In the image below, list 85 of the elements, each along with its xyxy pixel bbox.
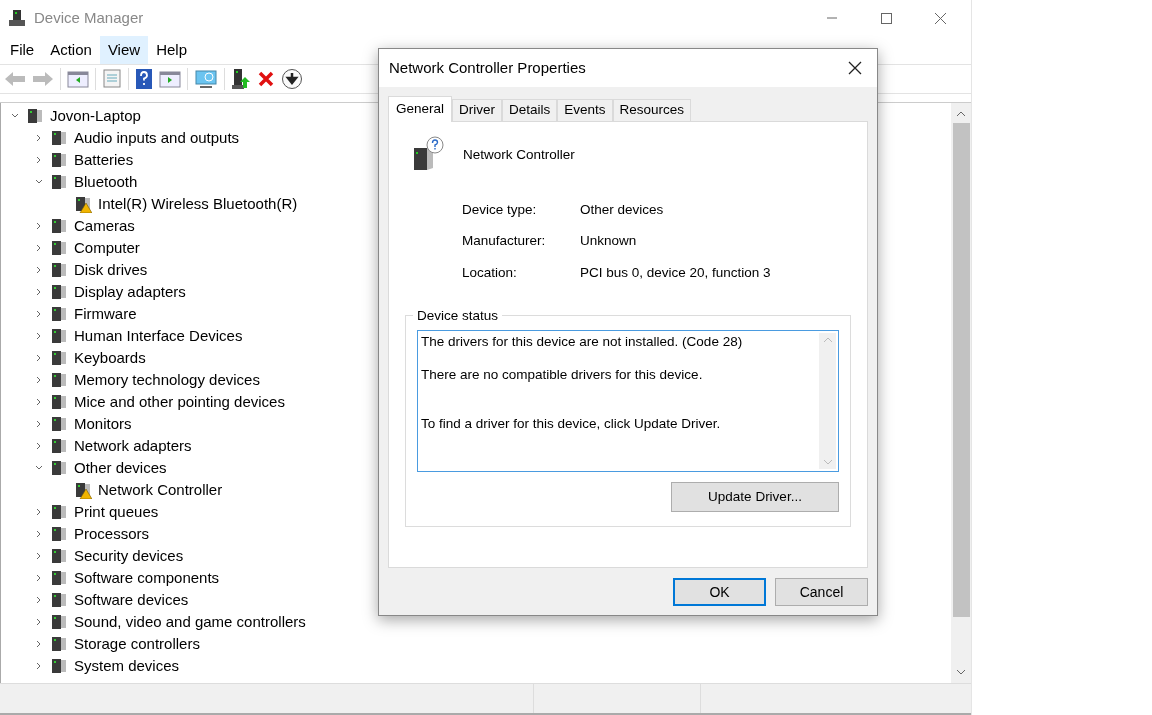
- device-icon: [50, 305, 68, 323]
- tree-item[interactable]: Network Controller: [98, 478, 223, 502]
- tree-item[interactable]: Monitors: [74, 412, 132, 436]
- tab[interactable]: General: [388, 96, 453, 122]
- device-icon: [50, 393, 68, 411]
- device-icon: [50, 525, 68, 543]
- tree-item[interactable]: Disk drives: [74, 258, 148, 282]
- device-icon: [50, 327, 68, 345]
- device-icon: [50, 503, 68, 521]
- device-icon: [50, 261, 68, 279]
- device-icon: [50, 613, 68, 631]
- tree-item[interactable]: Processors: [74, 522, 150, 546]
- tree-item[interactable]: Memory technology devices: [74, 368, 260, 392]
- menu-item[interactable]: File: [2, 36, 43, 64]
- tree-item[interactable]: Security devices: [74, 544, 184, 568]
- help-icon[interactable]: [135, 68, 153, 90]
- device-name: Network Controller: [463, 146, 575, 164]
- scrollbar-thumb[interactable]: [952, 123, 970, 617]
- property-value: Unknown: [580, 232, 637, 251]
- property-label: Location:: [462, 263, 518, 282]
- uninstall-x-icon[interactable]: [257, 70, 275, 88]
- device-icon: [50, 635, 68, 653]
- tree-item[interactable]: Storage controllers: [74, 632, 200, 656]
- tree-item[interactable]: Software components: [74, 566, 220, 590]
- property-label: Device type:: [462, 201, 538, 219]
- property-value: Other devices: [580, 201, 664, 219]
- tree-item[interactable]: Audio inputs and outputs: [74, 126, 240, 150]
- status-message: There are no compatible drivers for this device.: [421, 366, 704, 383]
- tree-item[interactable]: Keyboards: [74, 346, 146, 370]
- device-icon: [50, 437, 68, 455]
- device-icon: [50, 415, 68, 433]
- tree-item[interactable]: Computer: [74, 236, 140, 260]
- device-icon: [50, 459, 68, 477]
- tab[interactable]: Driver: [452, 99, 503, 121]
- tree-item[interactable]: Network adapters: [74, 434, 192, 458]
- device-icon: [50, 591, 68, 609]
- ok-button[interactable]: OK: [673, 578, 766, 606]
- action-pane-icon[interactable]: [159, 70, 181, 88]
- menu-item[interactable]: Help: [148, 36, 195, 64]
- device-manager-icon: [8, 9, 26, 27]
- tree-item[interactable]: Intel(R) Wireless Bluetooth(R): [98, 192, 298, 216]
- tree-item[interactable]: Other devices: [74, 456, 167, 480]
- tree-item[interactable]: Batteries: [74, 148, 134, 172]
- tree-item[interactable]: Bluetooth: [74, 170, 138, 194]
- device-icon: [50, 349, 68, 367]
- console-tree-icon[interactable]: [67, 70, 89, 88]
- tree-item[interactable]: Sound, video and game controllers: [74, 610, 306, 634]
- down-arrow-circle-icon[interactable]: [281, 68, 303, 90]
- dialog-title: Network Controller Properties: [389, 57, 587, 78]
- tree-item[interactable]: Cameras: [74, 214, 135, 238]
- device-icon: [50, 151, 68, 169]
- cancel-button[interactable]: Cancel: [775, 578, 868, 606]
- tree-item[interactable]: Firmware: [74, 302, 137, 326]
- property-label: Manufacturer:: [462, 232, 547, 251]
- menu-item[interactable]: View: [99, 36, 149, 64]
- status-message: The drivers for this device are not installed. (Code 28): [421, 333, 744, 350]
- tree-item[interactable]: Mice and other pointing devices: [74, 390, 285, 414]
- tree-item[interactable]: Software devices: [74, 588, 189, 612]
- update-driver-button[interactable]: Update Driver...: [671, 481, 839, 512]
- tab[interactable]: Events: [557, 99, 613, 121]
- device-icon: [50, 239, 68, 257]
- device-icon: [50, 217, 68, 235]
- monitor-magnifier-icon[interactable]: [194, 69, 218, 89]
- device-icon: [50, 129, 68, 147]
- scrollbar[interactable]: [951, 103, 971, 683]
- tree-item[interactable]: System devices: [74, 654, 180, 678]
- property-value: PCI bus 0, device 20, function 3: [580, 263, 771, 282]
- menu-item[interactable]: Action: [42, 36, 100, 64]
- device-icon: [26, 107, 44, 125]
- tree-item[interactable]: Human Interface Devices: [74, 324, 243, 348]
- update-driver-icon[interactable]: [231, 68, 251, 90]
- status-message: To find a driver for this device, click Update Driver.: [421, 415, 722, 432]
- device-icon: [50, 283, 68, 301]
- status-text-box[interactable]: The drivers for this device are not installed. (Code 28) There are no compatible drivers for this device. To find a driver for this device, click Update Driver.: [417, 329, 839, 472]
- tree-item[interactable]: Jovon-Laptop: [50, 104, 141, 128]
- device-icon: [50, 657, 68, 675]
- device-icon: [50, 173, 68, 191]
- tab[interactable]: Resources: [612, 99, 692, 121]
- tab[interactable]: Details: [502, 99, 558, 121]
- device-icon: [50, 547, 68, 565]
- tree-item[interactable]: Display adapters: [74, 280, 186, 304]
- tree-item[interactable]: Print queues: [74, 500, 159, 524]
- device-icon: [50, 569, 68, 587]
- device-icon: [50, 371, 68, 389]
- window-title: Device Manager: [34, 7, 144, 28]
